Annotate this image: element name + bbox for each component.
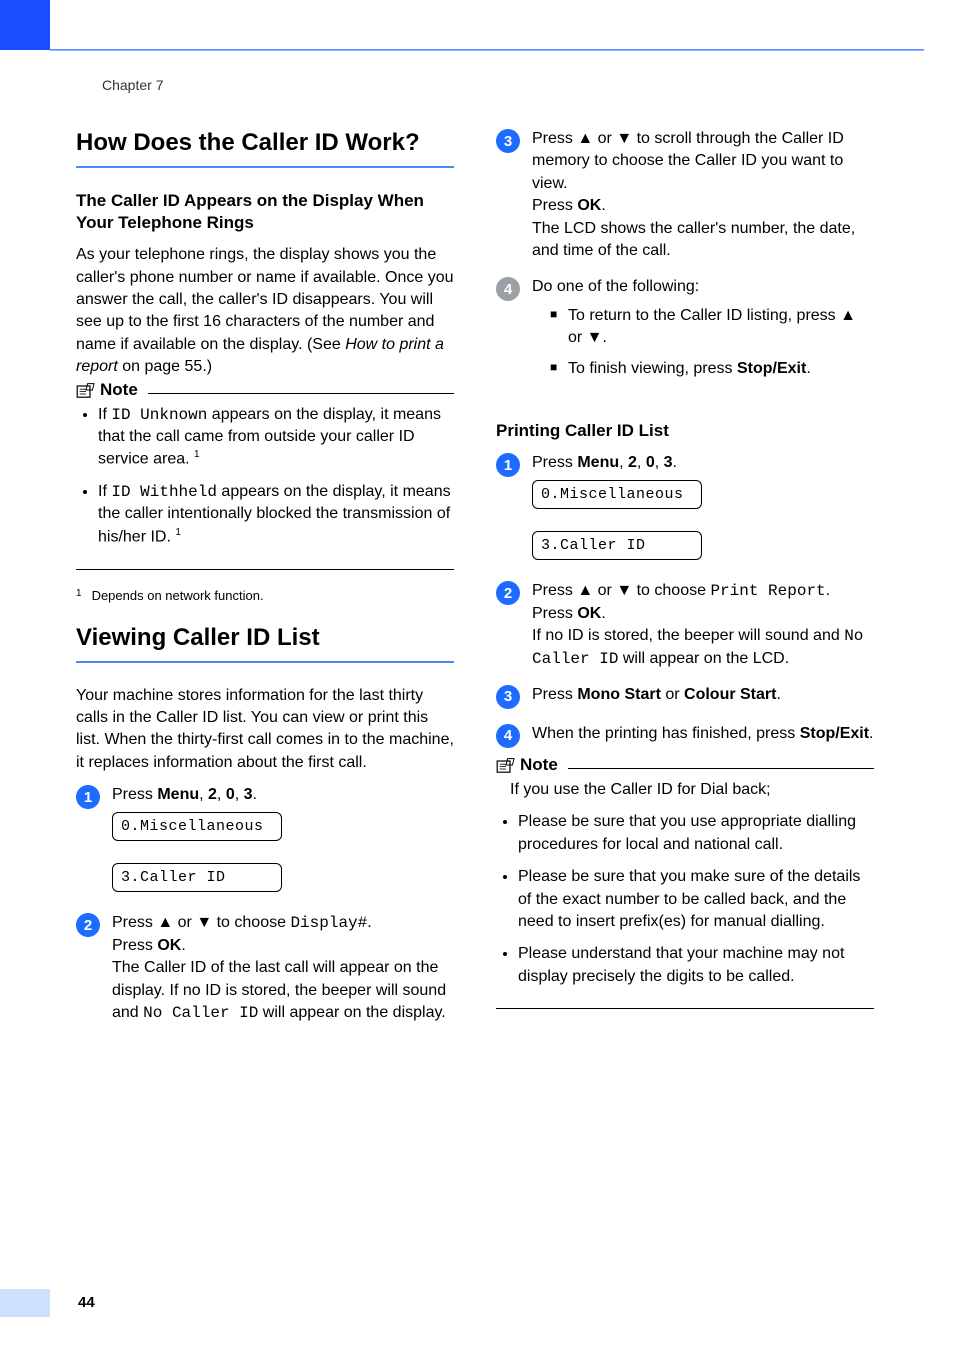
rule [76,661,454,663]
step-badge-4: 4 [496,277,520,301]
print-step-4: 4 When the printing has finished, press … [496,723,874,748]
note-label: Note [76,380,148,400]
note-item: Please be sure that you make sure of the… [518,866,874,933]
print-step-3: 3 Press Mono Start or Colour Start. [496,684,874,709]
left-column: How Does the Caller ID Work? The Caller … [76,128,454,1038]
page: Chapter 7 How Does the Caller ID Work? T… [0,0,954,1351]
footnote: 1 Depends on network function. [76,588,454,603]
note-item: Please be sure that you use appropriate … [518,811,874,856]
step-3: 3 Press ▲ or ▼ to scroll through the Cal… [496,128,874,262]
note-icon [496,757,516,773]
step-badge-3: 3 [496,129,520,153]
chapter-label: Chapter 7 [102,77,163,93]
lcd-display: 0.Miscellaneous [532,480,702,509]
subhead-caller-id-appears: The Caller ID Appears on the Display Whe… [76,190,454,234]
note-block-2: Note If you use the Caller ID for Dial b… [496,768,874,1009]
note-item: Please understand that your machine may … [518,943,874,988]
viewing-intro: Your machine stores information for the … [76,685,454,775]
step-badge-1: 1 [76,785,100,809]
sub-option: To return to the Caller ID listing, pres… [550,305,874,350]
footer-tab [0,1289,50,1317]
page-number: 44 [78,1294,95,1311]
header-rule [50,49,924,51]
note-item: If ID Withheld appears on the display, i… [98,481,454,549]
step-4: 4 Do one of the following: To return to … [496,276,874,388]
lcd-display: 0.Miscellaneous [112,812,282,841]
step-badge-2: 2 [496,581,520,605]
corner-tab [0,0,50,50]
step-1: 1 Press Menu, 2, 0, 3. 0.Miscellaneous 3… [76,784,454,898]
note-label: Note [496,755,568,775]
step-2: 2 Press ▲ or ▼ to choose Display#. Press… [76,912,454,1024]
rule [76,166,454,168]
content-area: How Does the Caller ID Work? The Caller … [76,128,876,1038]
lcd-display: 3.Caller ID [112,863,282,892]
heading-how-does-caller-id-work: How Does the Caller ID Work? [76,128,454,158]
intro-paragraph: As your telephone rings, the display sho… [76,244,454,378]
note-block-1: Note If ID Unknown appears on the displa… [76,393,454,570]
heading-viewing-caller-id-list: Viewing Caller ID List [76,623,454,653]
right-column: 3 Press ▲ or ▼ to scroll through the Cal… [496,128,874,1038]
subhead-printing-caller-id-list: Printing Caller ID List [496,420,874,442]
note-item: If ID Unknown appears on the display, it… [98,404,454,472]
print-step-1: 1 Press Menu, 2, 0, 3. 0.Miscellaneous 3… [496,452,874,566]
note-icon [76,382,96,398]
step-badge-3: 3 [496,685,520,709]
step-badge-4: 4 [496,724,520,748]
print-step-2: 2 Press ▲ or ▼ to choose Print Report. P… [496,580,874,670]
note-intro: If you use the Caller ID for Dial back; [496,779,874,801]
step-badge-2: 2 [76,913,100,937]
lcd-display: 3.Caller ID [532,531,702,560]
sub-option: To finish viewing, press Stop/Exit. [550,358,874,380]
step-badge-1: 1 [496,453,520,477]
